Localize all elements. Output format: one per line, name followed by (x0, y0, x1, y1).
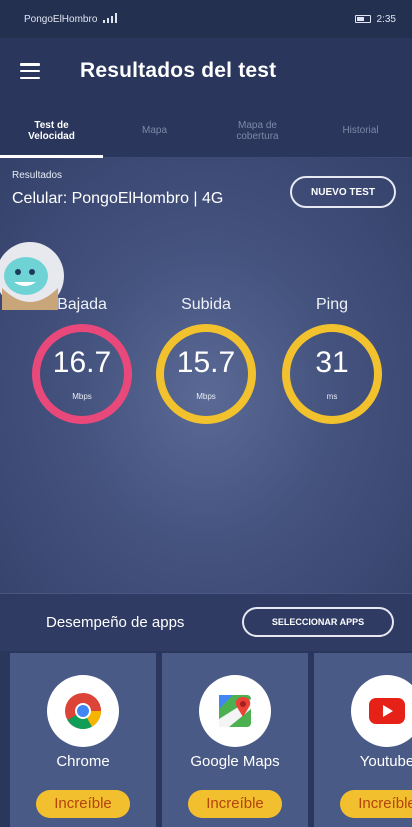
tab-label: Test de (34, 119, 69, 131)
tab-mapa-de-cobertura[interactable]: Mapa de cobertura (206, 104, 309, 157)
upload-value: 15.7 (176, 346, 236, 379)
results-label: Resultados (12, 170, 63, 181)
upload-gauge: 15.7 Mbps (154, 322, 258, 426)
google-maps-icon (199, 675, 271, 747)
menu-icon[interactable] (20, 63, 40, 79)
tab-label: cobertura (236, 130, 279, 142)
results-panel: Resultados Celular: PongoElHombro | 4G N… (0, 158, 412, 593)
rating-badge: Increíble (188, 790, 282, 818)
tab-label: Historial (342, 125, 379, 136)
app-card-chrome[interactable]: Chrome Increíble (10, 653, 156, 827)
app-name: Google Maps (190, 753, 280, 770)
download-unit: Mbps (72, 392, 92, 401)
carrier-name: PongoElHombro (24, 13, 98, 25)
connection-info: Celular: PongoElHombro | 4G (12, 190, 224, 207)
rating-badge: Increíble (36, 790, 130, 818)
ping-metric: Ping 31 ms (276, 296, 388, 426)
apps-carousel[interactable]: Chrome Increíble Google Maps Increíble Y… (0, 651, 412, 827)
new-test-button[interactable]: NUEVO TEST (290, 176, 396, 208)
upload-metric: Subida 15.7 Mbps (150, 296, 262, 426)
signal-icon (103, 12, 119, 26)
upload-unit: Mbps (196, 392, 216, 401)
tab-mapa[interactable]: Mapa (103, 104, 206, 157)
download-gauge: 16.7 Mbps (30, 322, 134, 426)
ping-gauge: 31 ms (280, 322, 384, 426)
download-metric: Bajada 16.7 Mbps (26, 296, 138, 426)
tab-historial[interactable]: Historial (309, 104, 412, 157)
apps-performance-header: Desempeño de apps SELECCIONAR APPS (0, 593, 412, 651)
tab-label: Mapa de (238, 119, 277, 131)
app-card-google-maps[interactable]: Google Maps Increíble (162, 653, 308, 827)
app-name: Chrome (56, 753, 110, 770)
download-value: 16.7 (52, 346, 112, 379)
youtube-icon (351, 675, 412, 747)
tab-test-de-velocidad[interactable]: Test de Velocidad (0, 104, 103, 158)
ping-value: 31 (315, 346, 349, 379)
tab-bar: Test de Velocidad Mapa Mapa de cobertura… (0, 104, 412, 158)
tab-label: Mapa (141, 125, 167, 136)
page-title: Resultados del test (80, 59, 277, 82)
download-label: Bajada (57, 296, 107, 313)
app-card-youtube[interactable]: Youtube Increíble (314, 653, 412, 827)
status-bar: PongoElHombro 2:35 (0, 0, 412, 38)
tab-label: Velocidad (28, 130, 75, 142)
select-apps-button[interactable]: SELECCIONAR APPS (242, 607, 394, 637)
upload-label: Subida (181, 296, 231, 313)
chrome-icon (47, 675, 119, 747)
ping-label: Ping (315, 296, 349, 313)
battery-icon (354, 15, 371, 23)
rating-badge: Increíble (340, 790, 412, 818)
apps-section-title: Desempeño de apps (46, 614, 185, 631)
ping-unit: ms (326, 392, 338, 401)
app-name: Youtube (359, 753, 412, 770)
status-time: 2:35 (376, 13, 396, 25)
app-bar: Resultados del test (0, 38, 412, 104)
